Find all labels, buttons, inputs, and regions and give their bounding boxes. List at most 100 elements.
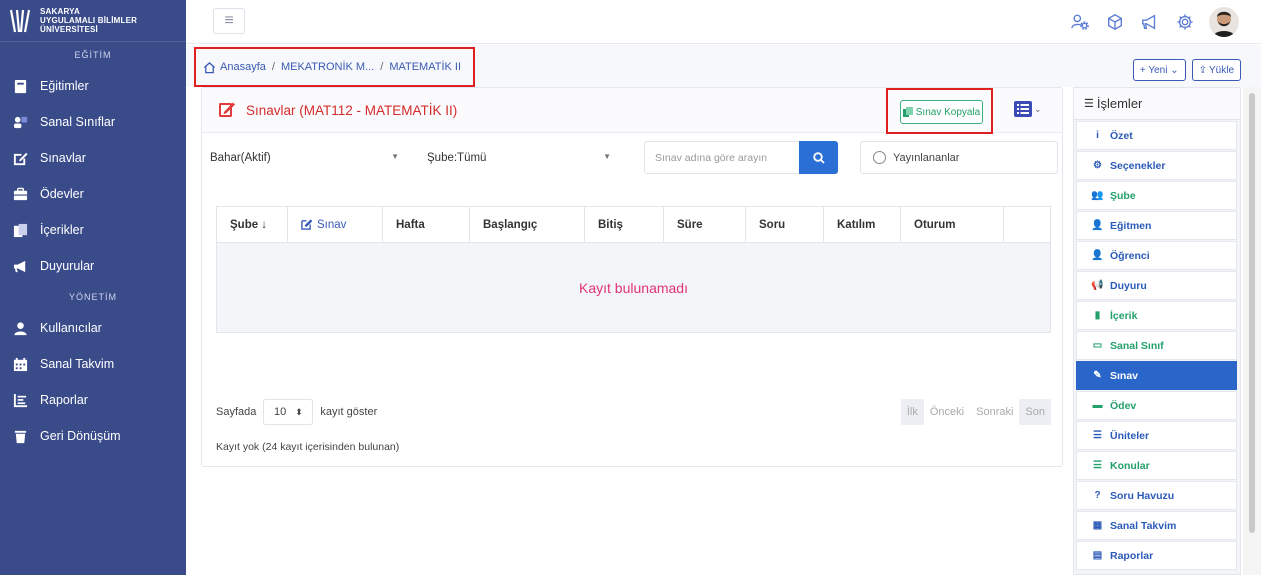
column-header-branch[interactable]: Şube ↓: [217, 206, 288, 243]
edit-icon: ✎: [1093, 370, 1102, 381]
term-select[interactable]: Bahar(Aktif) ▼: [202, 141, 411, 174]
page-size-control: Sayfada 10 ⬍ kayıt göster: [216, 399, 377, 425]
gear-icon[interactable]: [1169, 6, 1201, 38]
panel-item-branch[interactable]: 👥 Şube: [1076, 181, 1237, 210]
top-bar: ≡: [186, 0, 1261, 44]
panel-item-topics[interactable]: ☰ Konular: [1076, 451, 1237, 480]
published-filter[interactable]: Yayınlananlar: [860, 141, 1058, 174]
breadcrumb-separator: /: [271, 61, 275, 73]
university-logo[interactable]: SAKARYA UYGULAMALI BİLİMLER ÜNİVERSİTESİ: [0, 0, 186, 42]
briefcase-icon: ▬: [1092, 400, 1103, 411]
per-page-suffix: kayıt göster: [320, 406, 378, 418]
panel-item-label: Özet: [1110, 129, 1133, 142]
sidebar-item-assignments[interactable]: Ödevler: [0, 176, 186, 212]
panel-item-label: Soru Havuzu: [1110, 489, 1175, 502]
panel-item-virtual-calendar[interactable]: ▦ Sanal Takvim: [1076, 511, 1237, 540]
next-page-button[interactable]: Sonraki: [970, 399, 1019, 425]
briefcase-icon: [12, 186, 28, 202]
column-header-end[interactable]: Bitiş: [585, 206, 664, 243]
filter-bar: Bahar(Aktif) ▼ Şube:Tümü ▼ Sınav adına g…: [202, 141, 1064, 175]
pager: İlk Önceki Sonraki Son: [900, 399, 1051, 425]
panel-item-question-pool[interactable]: ? Soru Havuzu: [1076, 481, 1237, 510]
sidebar-item-contents[interactable]: İçerikler: [0, 212, 186, 248]
new-button-label: + Yeni ⌄: [1139, 64, 1179, 76]
user-settings-icon[interactable]: [1064, 6, 1096, 38]
panel-item-label: Şube: [1110, 189, 1136, 202]
megaphone-icon[interactable]: [1134, 6, 1166, 38]
panel-item-content[interactable]: ▮ İçerik: [1076, 301, 1237, 330]
panel-item-label: Sanal Sınıf: [1110, 339, 1164, 352]
top-icons: [1061, 0, 1261, 44]
per-page-prefix: Sayfada: [216, 406, 257, 418]
operations-panel: ☰ İşlemler i Özet ⚙ Seçenekler 👥 Şube 👤 Eğitmen…: [1073, 87, 1241, 575]
panel-item-announcement[interactable]: 📢 Duyuru: [1076, 271, 1237, 300]
panel-item-options[interactable]: ⚙ Seçenekler: [1076, 151, 1237, 180]
panel-item-summary[interactable]: i Özet: [1076, 121, 1237, 150]
home-icon[interactable]: [203, 61, 216, 74]
column-header-duration[interactable]: Süre: [664, 206, 746, 243]
column-header-questions[interactable]: Soru: [746, 206, 824, 243]
new-button[interactable]: + Yeni ⌄: [1132, 59, 1186, 81]
column-header-session[interactable]: Oturum: [901, 206, 1004, 243]
record-count: Kayıt yok (24 kayıt içerisinden bulunan): [216, 441, 400, 453]
panel-item-instructor[interactable]: 👤 Eğitmen: [1076, 211, 1237, 240]
table-header: Şube ↓ Sınav Hafta Başlangıç Bitiş Süre …: [217, 206, 1050, 243]
column-header-attendance[interactable]: Katılım: [824, 206, 901, 243]
calendar-icon: [12, 356, 28, 372]
panel-item-virtual-class[interactable]: ▭ Sanal Sınıf: [1076, 331, 1237, 360]
page-actions: + Yeni ⌄ ⇪ Yükle: [1127, 59, 1241, 81]
trash-icon: [12, 428, 28, 444]
prev-page-button[interactable]: Önceki: [924, 399, 970, 425]
panel-item-student[interactable]: 👤 Öğrenci: [1076, 241, 1237, 270]
sidebar-item-label: Eğitimler: [40, 79, 89, 93]
panel-item-label: Ödev: [1110, 399, 1137, 412]
operations-header: ☰ İşlemler: [1074, 88, 1240, 120]
column-header-start[interactable]: Başlangıç: [470, 206, 585, 243]
sidebar-item-virtual-calendar[interactable]: Sanal Takvim: [0, 346, 186, 382]
sidebar-item-announcements[interactable]: Duyurular: [0, 248, 186, 284]
sidebar-item-recycle-bin[interactable]: Geri Dönüşüm: [0, 418, 186, 454]
panel-item-reports[interactable]: ▤ Raporlar: [1076, 541, 1237, 570]
branch-select[interactable]: Şube:Tümü ▼: [419, 141, 623, 174]
section-label-management: YÖNETİM: [68, 292, 117, 302]
sidebar-item-reports[interactable]: Raporlar: [0, 382, 186, 418]
panel-item-label: İçerik: [1110, 309, 1138, 322]
list-view-icon: [1014, 101, 1032, 117]
sidebar-item-label: Sınavlar: [40, 151, 86, 165]
scrollbar[interactable]: [1243, 87, 1261, 575]
list-icon: ☰: [1084, 98, 1094, 110]
virtual-class-icon: [12, 114, 28, 130]
copy-exam-button[interactable]: Sınav Kopyala: [900, 100, 983, 124]
report-icon: [12, 392, 28, 408]
panel-item-exam[interactable]: ✎ Sınav: [1076, 361, 1237, 390]
upload-button[interactable]: ⇪ Yükle: [1191, 59, 1241, 81]
panel-item-assignment[interactable]: ▬ Ödev: [1076, 391, 1237, 420]
edit-icon: [301, 219, 312, 230]
menu-toggle-button[interactable]: ≡: [213, 8, 245, 34]
sidebar-item-users[interactable]: Kullanıcılar: [0, 310, 186, 346]
sidebar-item-virtual-classes[interactable]: Sanal Sınıflar: [0, 104, 186, 140]
column-header-week[interactable]: Hafta: [383, 206, 470, 243]
panel-item-units[interactable]: ☰ Üniteler: [1076, 421, 1237, 450]
column-header-actions: [1004, 207, 1050, 243]
instructor-icon: 👤: [1091, 220, 1104, 231]
last-page-button[interactable]: Son: [1019, 399, 1051, 425]
search-button[interactable]: [799, 141, 838, 174]
hamburger-icon: ≡: [224, 12, 234, 29]
view-toggle-button[interactable]: ⌄: [1014, 101, 1042, 117]
sidebar-item-courses[interactable]: Eğitimler: [0, 68, 186, 104]
column-header-exam[interactable]: Sınav: [288, 206, 383, 243]
breadcrumb-home[interactable]: Anasayfa: [220, 61, 266, 73]
panel-item-label: Raporlar: [1110, 549, 1154, 562]
logo-emblem-icon: [8, 7, 32, 35]
sidebar-item-exams[interactable]: Sınavlar: [0, 140, 186, 176]
first-page-button[interactable]: İlk: [900, 399, 924, 425]
exam-search-input[interactable]: Sınav adına göre arayın: [644, 141, 799, 174]
published-radio[interactable]: [873, 151, 886, 164]
avatar[interactable]: [1209, 7, 1239, 37]
breadcrumb-course[interactable]: MEKATRONİK M...: [281, 61, 374, 73]
page-size-select[interactable]: 10 ⬍: [263, 399, 314, 425]
scrollbar-thumb[interactable]: [1249, 93, 1255, 533]
cube-icon[interactable]: [1099, 6, 1131, 38]
report-icon: ▤: [1092, 550, 1103, 561]
